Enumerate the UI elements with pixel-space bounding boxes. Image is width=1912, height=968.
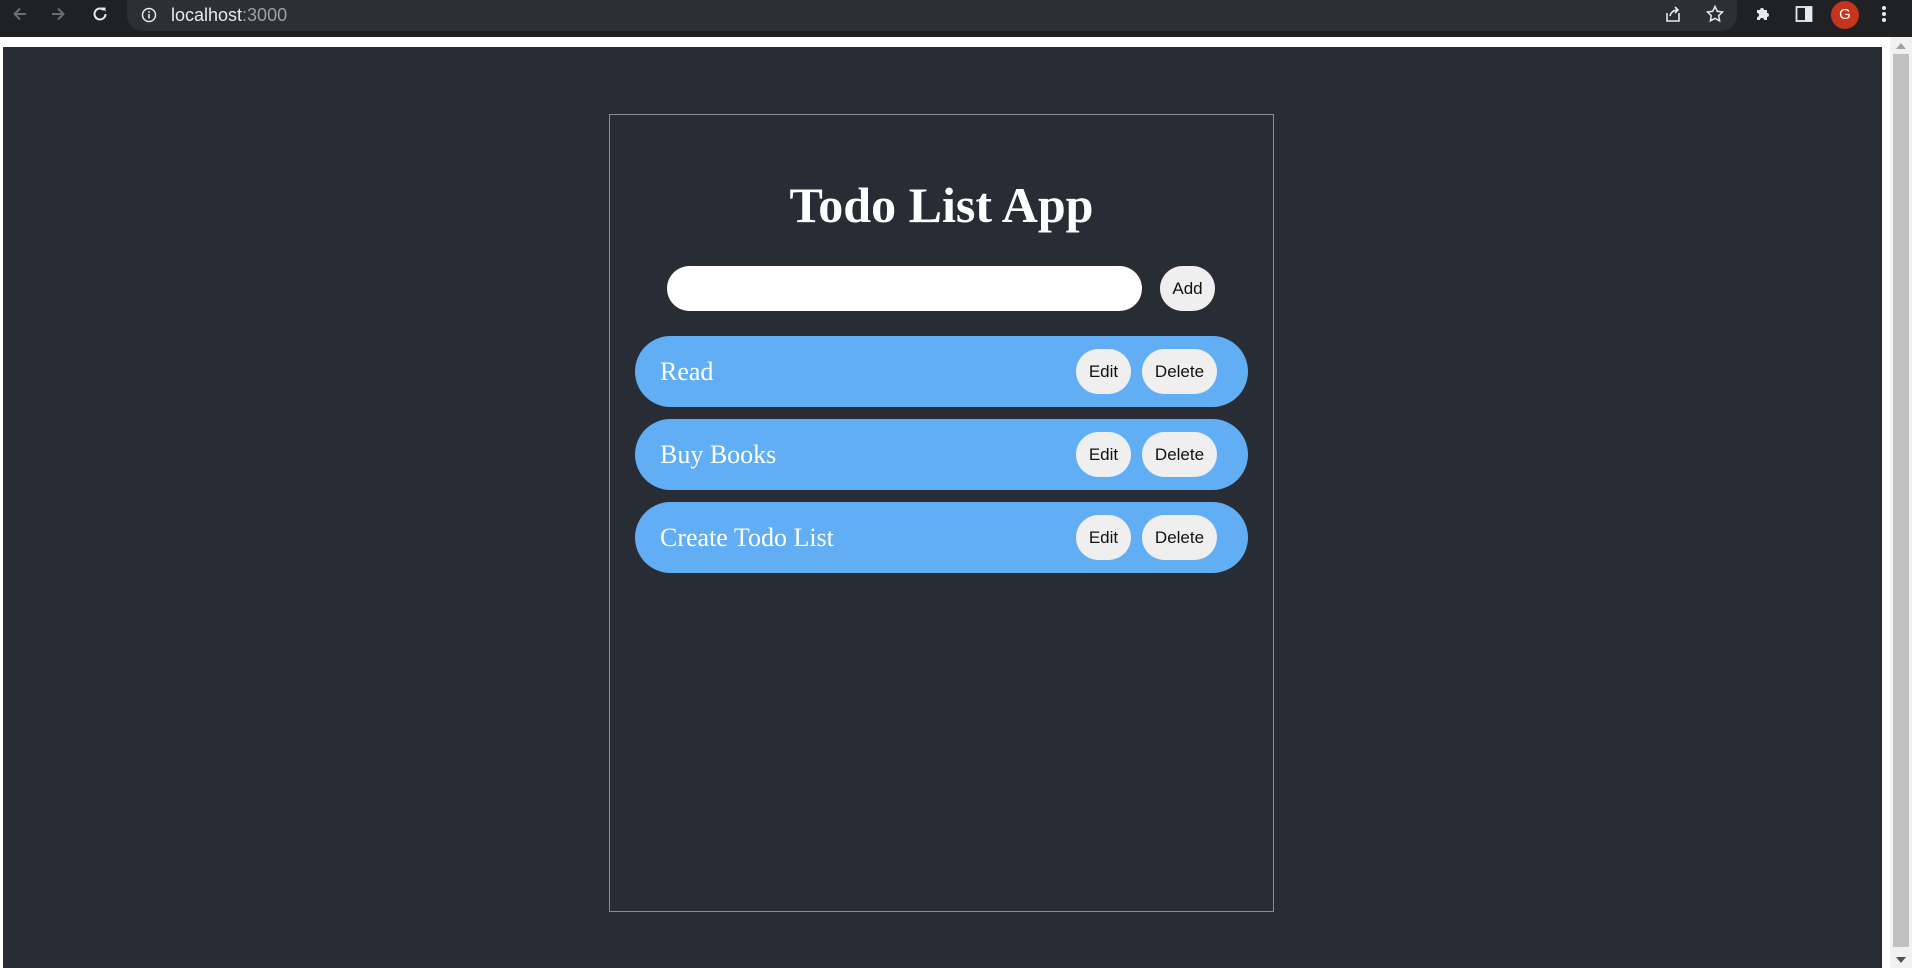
- todo-item: Create Todo List Edit Delete: [635, 502, 1248, 573]
- back-button[interactable]: [4, 0, 36, 28]
- share-button[interactable]: [1657, 0, 1689, 28]
- profile-avatar[interactable]: G: [1831, 1, 1859, 29]
- todo-item: Buy Books Edit Delete: [635, 419, 1248, 490]
- info-icon[interactable]: [141, 7, 157, 28]
- menu-button[interactable]: [1868, 0, 1900, 28]
- forward-button[interactable]: [42, 0, 74, 28]
- todo-text: Buy Books: [660, 440, 777, 469]
- todo-text: Read: [660, 357, 714, 386]
- kebab-menu-icon: [1882, 6, 1886, 22]
- scrollbar-thumb[interactable]: [1893, 54, 1909, 947]
- todo-text: Create Todo List: [660, 523, 834, 552]
- delete-button[interactable]: Delete: [1142, 432, 1217, 477]
- browser-viewport: Todo List App Add Read Edit Delete Buy B…: [0, 37, 1912, 968]
- side-panel-button[interactable]: [1788, 0, 1820, 28]
- share-icon: [1666, 6, 1680, 22]
- star-icon: [1705, 4, 1725, 23]
- page-scrollbar[interactable]: [1890, 37, 1912, 968]
- extensions-button[interactable]: [1747, 0, 1779, 28]
- side-panel-icon: [1795, 6, 1813, 22]
- todo-card: Todo List App Add Read Edit Delete Buy B…: [609, 114, 1274, 912]
- app-page: Todo List App Add Read Edit Delete Buy B…: [3, 47, 1882, 968]
- reload-button[interactable]: [84, 0, 116, 28]
- new-todo-input[interactable]: [667, 266, 1142, 311]
- reload-icon: [93, 7, 107, 21]
- app-title: Todo List App: [789, 177, 1094, 233]
- url-host: localhost: [171, 5, 243, 25]
- edit-button[interactable]: Edit: [1076, 432, 1131, 477]
- arrow-left-icon: [13, 7, 26, 21]
- url-port: :3000: [242, 5, 288, 25]
- todo-list: Read Edit Delete Buy Books Edit Delete C…: [635, 336, 1248, 585]
- delete-button[interactable]: Delete: [1142, 515, 1217, 560]
- add-button[interactable]: Add: [1160, 266, 1215, 311]
- arrow-right-icon: [52, 7, 65, 21]
- puzzle-icon: [1757, 8, 1769, 20]
- scroll-up-arrow-icon[interactable]: [1896, 42, 1906, 49]
- browser-toolbar: localhost:3000 G: [0, 0, 1912, 37]
- bookmark-button[interactable]: [1699, 0, 1731, 28]
- scroll-down-arrow-icon[interactable]: [1896, 957, 1906, 964]
- delete-button[interactable]: Delete: [1142, 349, 1217, 394]
- todo-item: Read Edit Delete: [635, 336, 1248, 407]
- address-bar[interactable]: localhost:3000: [127, 0, 1737, 31]
- edit-button[interactable]: Edit: [1076, 515, 1131, 560]
- url-text: localhost:3000: [171, 5, 287, 25]
- edit-button[interactable]: Edit: [1076, 349, 1131, 394]
